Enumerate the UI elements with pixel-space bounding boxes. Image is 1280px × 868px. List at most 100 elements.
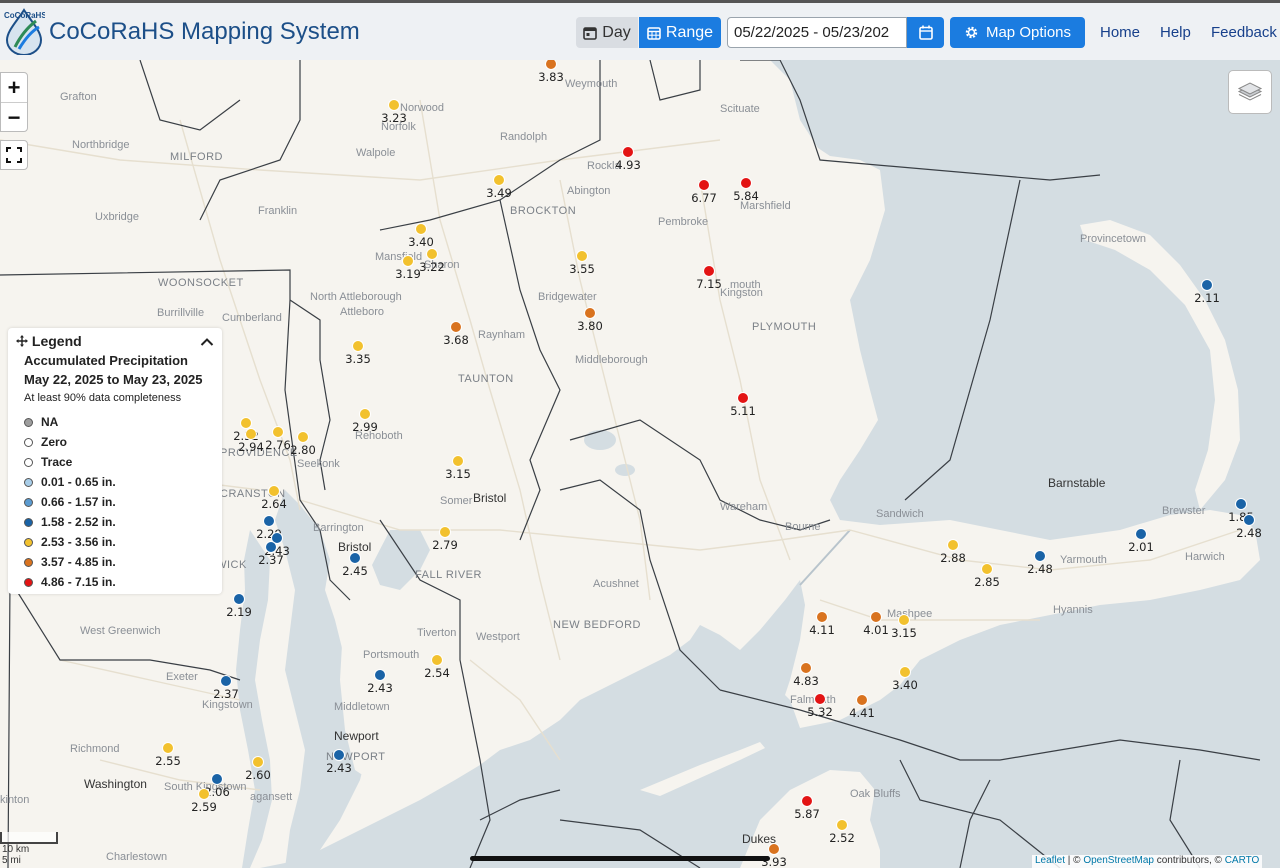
leaflet-link[interactable]: Leaflet <box>1035 855 1065 866</box>
station-dot[interactable] <box>545 60 557 70</box>
station-dot[interactable] <box>426 248 438 260</box>
station-dot[interactable] <box>198 788 210 800</box>
station-dot[interactable] <box>263 515 275 527</box>
fullscreen-button[interactable] <box>0 140 28 170</box>
station-dot[interactable] <box>252 756 264 768</box>
zoom-in-button[interactable]: + <box>1 73 27 102</box>
station-dot[interactable] <box>584 307 596 319</box>
label-provincetown: Provincetown <box>1080 233 1146 245</box>
station-value-label: 2.55 <box>155 754 181 768</box>
station-value-label: 7.15 <box>696 277 722 291</box>
station-dot[interactable] <box>297 431 309 443</box>
legend-color-swatch <box>24 557 33 567</box>
station-dot[interactable] <box>870 611 882 623</box>
station-dot[interactable] <box>800 662 812 674</box>
app-title[interactable]: CoCoRaHS Mapping System <box>49 18 360 46</box>
station-dot[interactable] <box>452 455 464 467</box>
range-button[interactable]: Range <box>639 17 721 48</box>
station-dot[interactable] <box>836 819 848 831</box>
station-dot[interactable] <box>740 177 752 189</box>
station-dot[interactable] <box>265 541 277 553</box>
station-value-label: 3.40 <box>892 678 918 692</box>
nav-help-link[interactable]: Help <box>1160 24 1191 41</box>
legend-color-swatch <box>24 577 33 587</box>
station-dot[interactable] <box>737 392 749 404</box>
station-dot[interactable] <box>439 526 451 538</box>
station-value-label: 3.35 <box>345 352 371 366</box>
osm-link[interactable]: OpenStreetMap <box>1083 855 1154 866</box>
date-picker-button[interactable] <box>907 17 944 48</box>
station-dot[interactable] <box>268 485 280 497</box>
station-dot[interactable] <box>240 417 252 429</box>
station-dot[interactable] <box>220 675 232 687</box>
station-dot[interactable] <box>245 428 257 440</box>
carto-link[interactable]: CARTO <box>1225 855 1260 866</box>
station-dot[interactable] <box>703 265 715 277</box>
station-dot[interactable] <box>388 99 400 111</box>
map-options-label: Map Options <box>985 24 1072 41</box>
legend-color-swatch <box>24 457 33 467</box>
station-dot[interactable] <box>576 250 588 262</box>
station-value-label: 3.55 <box>569 262 595 276</box>
station-value-label: 2.59 <box>191 800 217 814</box>
map-view[interactable]: Grafton Northbridge MILFORD Uxbridge Fra… <box>0 60 1280 868</box>
station-dot[interactable] <box>415 223 427 235</box>
station-dot[interactable] <box>162 742 174 754</box>
legend-item: 4.86 - 7.15 in. <box>24 572 116 592</box>
attribution-sep: | © <box>1065 855 1084 866</box>
station-dot[interactable] <box>698 179 710 191</box>
zoom-out-button[interactable]: − <box>1 102 27 132</box>
cocorahs-logo[interactable]: CoCoRaHS <box>3 7 47 56</box>
date-range-input[interactable] <box>727 17 907 48</box>
legend-header[interactable]: Legend <box>16 333 82 349</box>
station-dot[interactable] <box>1201 279 1213 291</box>
station-dot[interactable] <box>272 426 284 438</box>
station-dot[interactable] <box>450 321 462 333</box>
station-dot[interactable] <box>1235 498 1247 510</box>
label-portsmouth: Portsmouth <box>363 649 419 661</box>
station-dot[interactable] <box>1034 550 1046 562</box>
label-uxbridge: Uxbridge <box>95 211 139 223</box>
station-dot[interactable] <box>1243 514 1255 526</box>
legend-collapse-button[interactable] <box>200 334 214 352</box>
label-walpole: Walpole <box>356 147 395 159</box>
station-value-label: 2.99 <box>352 420 378 434</box>
station-dot[interactable] <box>233 593 245 605</box>
station-dot[interactable] <box>1135 528 1147 540</box>
station-dot[interactable] <box>359 408 371 420</box>
station-dot[interactable] <box>402 255 414 267</box>
station-dot[interactable] <box>349 552 361 564</box>
legend-item: NA <box>24 412 116 432</box>
station-dot[interactable] <box>374 669 386 681</box>
label-middleborough: Middleborough <box>575 354 648 366</box>
layers-button[interactable] <box>1228 70 1272 114</box>
legend-panel: Legend Accumulated Precipitation May 22,… <box>8 328 222 594</box>
calendar-range-icon <box>647 26 661 40</box>
legend-item: Trace <box>24 452 116 472</box>
station-dot[interactable] <box>352 340 364 352</box>
map-options-button[interactable]: Map Options <box>950 17 1085 48</box>
nav-home-link[interactable]: Home <box>1100 24 1140 41</box>
day-button[interactable]: Day <box>576 17 638 48</box>
station-dot[interactable] <box>981 563 993 575</box>
station-dot[interactable] <box>431 654 443 666</box>
label-burrillville: Burrillville <box>157 307 204 319</box>
station-dot[interactable] <box>768 843 780 855</box>
move-icon[interactable] <box>16 335 28 347</box>
station-dot[interactable] <box>333 749 345 761</box>
station-dot[interactable] <box>493 174 505 186</box>
label-north-attleborough: North Attleborough <box>310 291 402 303</box>
station-dot[interactable] <box>899 666 911 678</box>
station-dot[interactable] <box>814 693 826 705</box>
station-dot[interactable] <box>856 694 868 706</box>
station-dot[interactable] <box>898 614 910 626</box>
station-dot[interactable] <box>622 146 634 158</box>
station-dot[interactable] <box>801 795 813 807</box>
scale-mi: 5 mi <box>2 855 21 866</box>
legend-color-swatch <box>24 497 33 507</box>
station-dot[interactable] <box>211 773 223 785</box>
nav-feedback-link[interactable]: Feedback <box>1211 24 1277 41</box>
station-dot[interactable] <box>816 611 828 623</box>
station-dot[interactable] <box>947 539 959 551</box>
label-newport: Newport <box>334 729 379 743</box>
